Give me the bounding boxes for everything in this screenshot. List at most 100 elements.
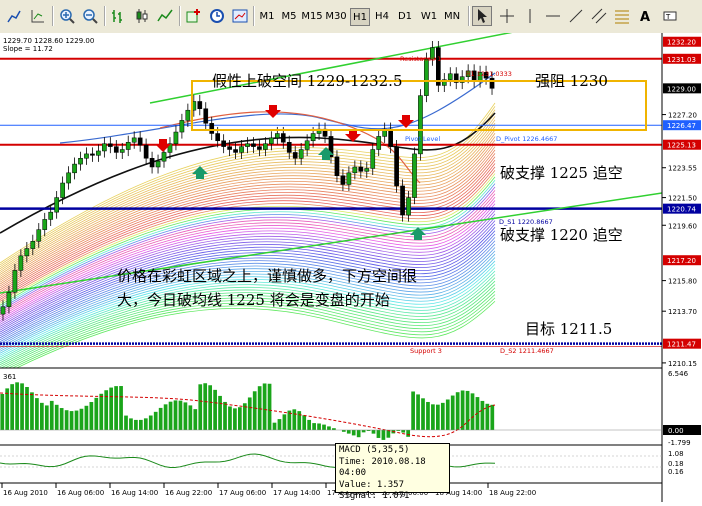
macd-axis-top: 6.546 bbox=[668, 370, 689, 378]
crosshair-icon[interactable] bbox=[497, 6, 517, 26]
candle-body bbox=[179, 120, 185, 133]
text-icon[interactable]: A bbox=[635, 6, 655, 26]
macd-bar bbox=[84, 405, 89, 430]
macd-bar bbox=[445, 399, 450, 430]
price-label: 1219.60 bbox=[668, 222, 697, 230]
macd-bar bbox=[163, 404, 168, 430]
support-label: Support 3 bbox=[410, 347, 442, 355]
candle-body bbox=[161, 152, 167, 162]
time-label: 17 Aug 06:00 bbox=[219, 489, 266, 497]
macd-bar bbox=[371, 430, 376, 434]
candle-body bbox=[125, 141, 131, 150]
line-chart-icon[interactable] bbox=[4, 6, 24, 26]
candle-body bbox=[394, 146, 399, 187]
macd-bar bbox=[238, 407, 242, 430]
macd-bar bbox=[99, 393, 104, 430]
chart-area[interactable]: 1232.20 1231.03 1229.00 1227.20 1226.47 1225.… bbox=[0, 33, 702, 502]
macd-bar bbox=[218, 395, 222, 430]
macd-bar bbox=[208, 385, 213, 430]
candle-body bbox=[131, 137, 137, 143]
candle-body bbox=[269, 137, 274, 144]
cursor-icon[interactable] bbox=[472, 6, 492, 26]
macd-bar bbox=[148, 415, 153, 430]
timeframe-w1[interactable]: W1 bbox=[418, 8, 440, 26]
candle-body bbox=[72, 163, 77, 174]
macd-bar bbox=[124, 415, 128, 430]
price-label: 1220.74 bbox=[667, 206, 696, 214]
timeframe-m5[interactable]: M5 bbox=[279, 8, 299, 26]
macd-bar bbox=[203, 383, 208, 430]
candle-body bbox=[60, 182, 65, 198]
trendline-icon[interactable] bbox=[566, 6, 586, 26]
svg-text:T: T bbox=[665, 13, 671, 21]
horizontal-line-icon[interactable] bbox=[543, 6, 563, 26]
candle-body bbox=[274, 133, 280, 139]
candle-body bbox=[406, 197, 411, 216]
timeframe-h1[interactable]: H1 bbox=[350, 8, 370, 26]
price-label: 1223.55 bbox=[668, 165, 697, 173]
macd-bar bbox=[109, 387, 114, 430]
macd-bar bbox=[213, 389, 217, 430]
bar-chart-icon[interactable] bbox=[109, 6, 129, 26]
price-label: 1211.47 bbox=[667, 341, 696, 349]
timeframe-mn[interactable]: MN bbox=[442, 8, 462, 26]
candle-body bbox=[102, 143, 107, 152]
timeframe-m15[interactable]: M15 bbox=[301, 8, 323, 26]
break-1220-annotation: 破支撑 1220 追空 bbox=[500, 226, 623, 244]
macd-bar bbox=[233, 408, 237, 430]
price-label: 1217.20 bbox=[667, 257, 696, 265]
macd-bar bbox=[114, 386, 118, 430]
timeframe-m1[interactable]: M1 bbox=[257, 8, 277, 26]
fibonacci-icon[interactable] bbox=[612, 6, 632, 26]
price-label: 1213.70 bbox=[668, 308, 697, 316]
macd-bar bbox=[74, 410, 79, 430]
fake-breakout-annotation: 假性上破空间 1229-1232.5 bbox=[212, 72, 403, 90]
macd-bar bbox=[5, 388, 10, 430]
macd-bar bbox=[406, 430, 411, 437]
vertical-line-icon[interactable] bbox=[520, 6, 540, 26]
macd-bar bbox=[455, 392, 460, 430]
chart-header: 1229.70 1228.60 1229.00 bbox=[3, 37, 94, 45]
slope-label: Slope = 11.72 bbox=[3, 45, 53, 53]
macd-bar bbox=[465, 390, 470, 430]
time-label: 16 Aug 22:00 bbox=[165, 489, 212, 497]
channel-icon[interactable] bbox=[589, 6, 609, 26]
candle-body bbox=[6, 292, 12, 308]
macd-bar bbox=[401, 430, 406, 433]
macd-bar bbox=[94, 397, 99, 430]
macd-bar bbox=[262, 383, 267, 430]
macd-bar bbox=[440, 402, 445, 430]
label-icon[interactable]: T bbox=[660, 6, 680, 26]
candle-body bbox=[24, 248, 30, 257]
toolbar: M1 M5 M15 M30 H1 H4 D1 W1 MN A T bbox=[0, 0, 702, 34]
add-indicator-icon[interactable] bbox=[184, 6, 204, 26]
price-label: 1232.20 bbox=[667, 39, 696, 47]
macd-bar bbox=[139, 419, 143, 430]
candle-body bbox=[84, 153, 89, 159]
price-label: 1226.47 bbox=[667, 122, 696, 130]
template-icon[interactable] bbox=[230, 6, 250, 26]
candle-body bbox=[412, 153, 417, 198]
timeframe-h4[interactable]: H4 bbox=[372, 8, 392, 26]
period-icon[interactable] bbox=[207, 6, 227, 26]
macd-bar bbox=[79, 408, 84, 430]
macd-bar bbox=[322, 424, 326, 430]
macd-bar bbox=[134, 419, 138, 430]
macd-bar bbox=[351, 430, 356, 436]
zoom-out-icon[interactable] bbox=[80, 6, 100, 26]
macd-bar bbox=[297, 411, 302, 430]
macd-bar bbox=[188, 405, 193, 430]
macd-bar bbox=[153, 411, 158, 430]
timeframe-d1[interactable]: D1 bbox=[395, 8, 415, 26]
chart-icon[interactable] bbox=[28, 6, 48, 26]
macd-label: 361 bbox=[3, 373, 16, 381]
macd-bar bbox=[327, 426, 331, 430]
price-label: 1229.00 bbox=[667, 85, 696, 93]
time-label: 18 Aug 22:00 bbox=[489, 489, 536, 497]
macd-bar bbox=[416, 394, 420, 430]
sub-axis-top: 1.08 bbox=[668, 450, 684, 458]
candle-chart-icon[interactable] bbox=[132, 6, 152, 26]
zoom-in-icon[interactable] bbox=[57, 6, 77, 26]
timeframe-m30[interactable]: M30 bbox=[325, 8, 347, 26]
line-chart-icon[interactable] bbox=[155, 6, 175, 26]
